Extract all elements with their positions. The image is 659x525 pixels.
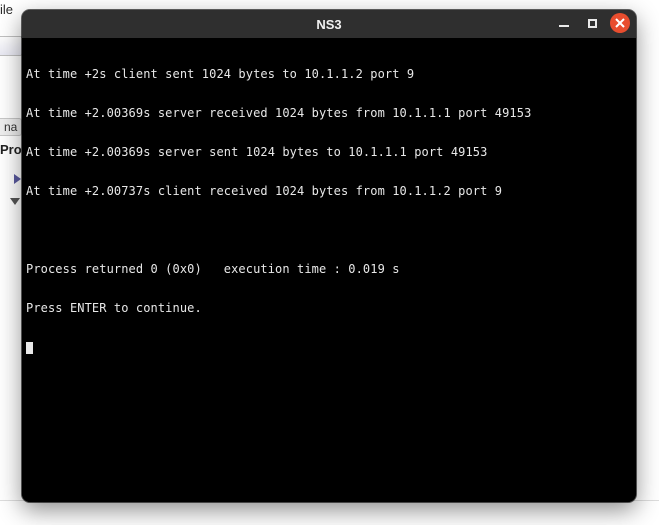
background-bottom-panel <box>0 500 659 525</box>
background-toolbar-fragment <box>0 36 23 56</box>
partial-tab-label: na <box>0 118 22 136</box>
close-icon <box>615 18 625 28</box>
terminal-line: At time +2s client sent 1024 bytes to 10… <box>26 68 632 81</box>
partial-section-label: Pro <box>0 142 22 157</box>
terminal-window[interactable]: NS3 At time +2s client sent 1024 bytes t… <box>22 10 636 502</box>
terminal-cursor <box>26 342 33 354</box>
partial-menu-label: ile <box>0 0 19 24</box>
close-button[interactable] <box>610 13 630 33</box>
terminal-line: Press ENTER to continue. <box>26 302 632 315</box>
terminal-line: At time +2.00369s server sent 1024 bytes… <box>26 146 632 159</box>
tree-expand-icon <box>14 174 21 184</box>
window-title: NS3 <box>316 17 341 32</box>
terminal-cursor-line <box>26 341 632 354</box>
terminal-line <box>26 224 632 237</box>
tree-collapse-icon <box>10 198 20 205</box>
maximize-button[interactable] <box>582 13 602 33</box>
window-titlebar[interactable]: NS3 <box>22 10 636 38</box>
terminal-line: At time +2.00737s client received 1024 b… <box>26 185 632 198</box>
terminal-output[interactable]: At time +2s client sent 1024 bytes to 10… <box>22 38 636 502</box>
minimize-button[interactable] <box>554 13 574 33</box>
terminal-line: Process returned 0 (0x0) execution time … <box>26 263 632 276</box>
window-controls <box>554 13 630 33</box>
terminal-line: At time +2.00369s server received 1024 b… <box>26 107 632 120</box>
